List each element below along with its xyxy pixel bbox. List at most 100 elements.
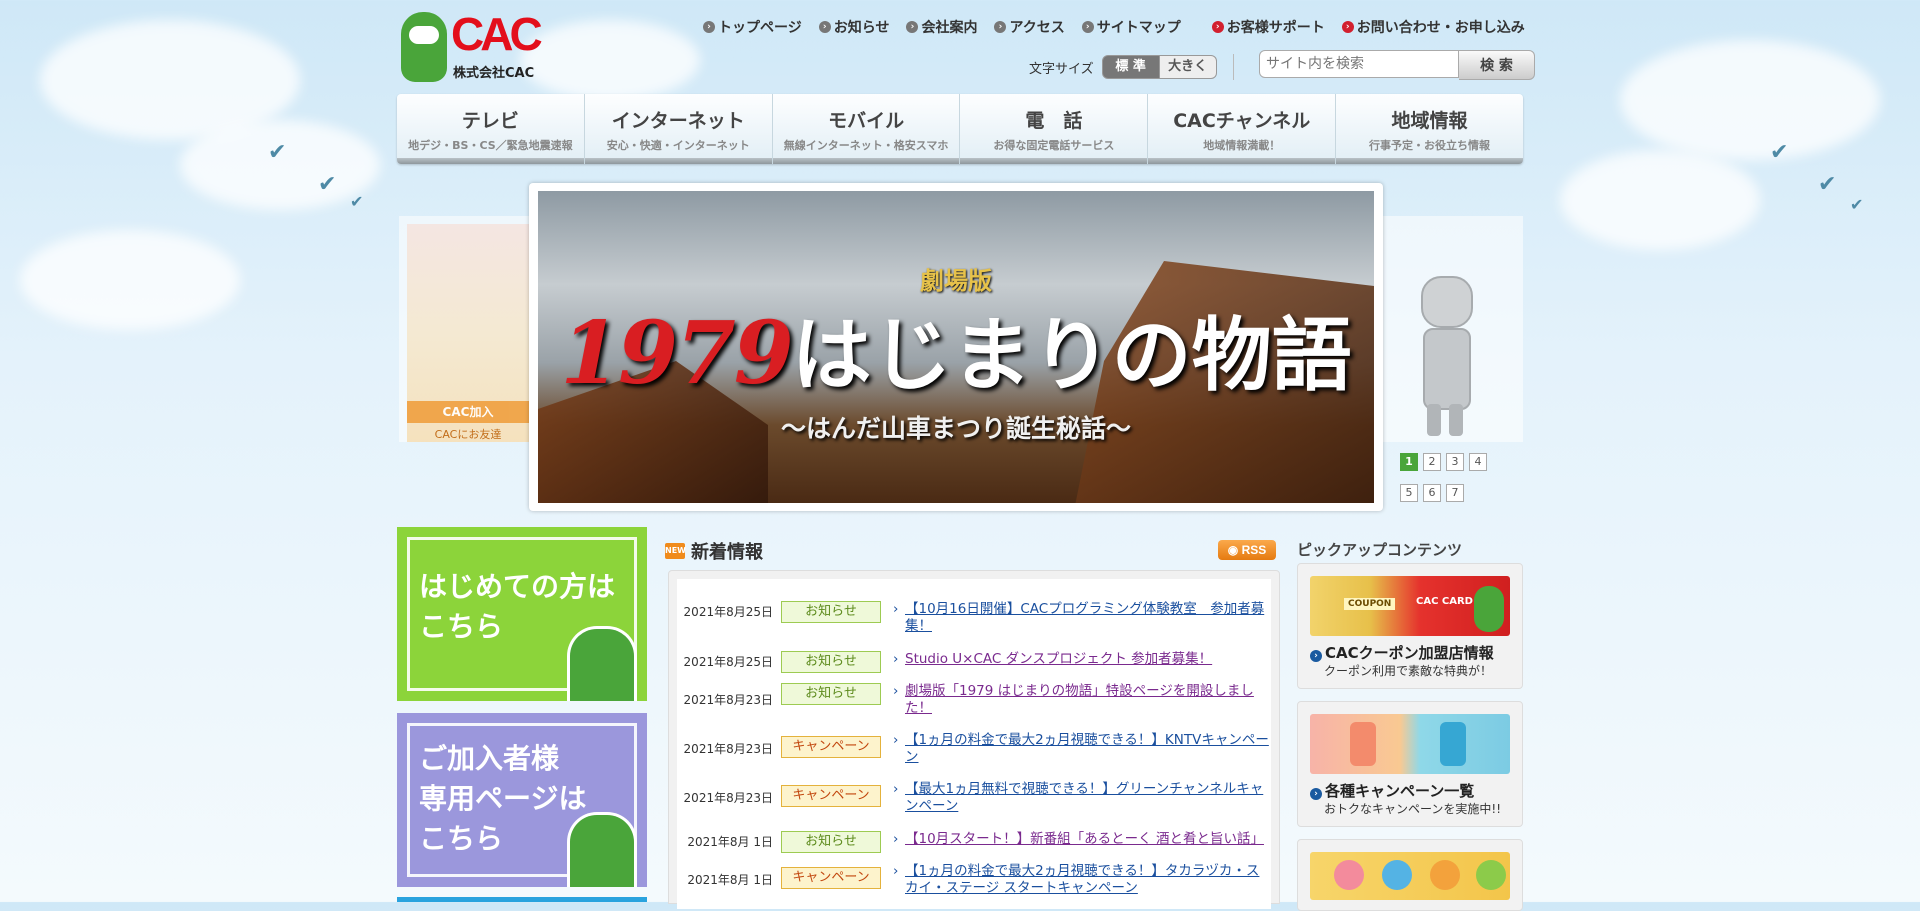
- news-tag: お知らせ: [781, 831, 881, 853]
- link-company[interactable]: › 会社案内: [906, 17, 977, 37]
- carousel-next-slide[interactable]: [1379, 216, 1523, 442]
- nav-subtitle: 地デジ・BS・CS／緊急地震速報: [408, 139, 573, 152]
- news-link[interactable]: 【1ヵ月の料金で最大2ヵ月視聴できる！】KNTVキャンペーン: [893, 732, 1269, 766]
- search-input[interactable]: [1259, 50, 1459, 78]
- hero-banner[interactable]: 劇場版 1979はじまりの物語 〜はんだ山車まつり誕生秘話〜: [538, 191, 1374, 503]
- hero-title-text: はじまりの物語: [791, 308, 1352, 402]
- font-standard-button[interactable]: 標 準: [1101, 55, 1160, 79]
- arrow-circle-icon: ›: [1081, 21, 1094, 33]
- arrow-circle-icon: ›: [703, 21, 715, 33]
- news-item: 2021年8月25日 お知らせ 【10月16日開催】CACプログラミング体験教室…: [677, 601, 1271, 635]
- news-item: 2021年8月 1日 キャンペーン 【1ヵ月の料金で最大2ヵ月視聴できる！】タカ…: [677, 863, 1271, 897]
- members-banner[interactable]: ご加入者様 専用ページは こちら: [397, 713, 647, 887]
- hero-year: 1979: [560, 303, 793, 404]
- news-item: 2021年8月25日 お知らせ Studio U×CAC ダンスプロジェクト 参…: [677, 651, 1271, 673]
- news-tag: キャンペーン: [781, 736, 881, 758]
- pickup-card-third[interactable]: [1297, 839, 1523, 911]
- bird-icon: ✔: [350, 192, 364, 211]
- site-search: 検 索: [1259, 50, 1535, 80]
- gecko-mascot-icon: [1474, 586, 1504, 632]
- news-link[interactable]: 【1ヵ月の料金で最大2ヵ月視聴できる！】タカラヅカ・スカイ・ステージ スタートキ…: [893, 863, 1269, 897]
- news-list: 2021年8月25日 お知らせ 【10月16日開催】CACプログラミング体験教室…: [677, 579, 1271, 909]
- circle-icon: [1430, 860, 1460, 890]
- new-icon: NEW: [665, 543, 686, 559]
- nav-tv[interactable]: テレビ地デジ・BS・CS／緊急地震速報: [397, 94, 585, 164]
- pickup-card-sub: おトクなキャンペーンを実施中!!: [1324, 802, 1502, 816]
- news-link[interactable]: Studio U×CAC ダンスプロジェクト 参加者募集！: [893, 651, 1269, 673]
- news-tag: キャンペーン: [781, 867, 881, 889]
- news-date: 2021年8月23日: [683, 693, 773, 707]
- link-label: アクセス: [1009, 20, 1065, 36]
- news-link[interactable]: 【最大1ヵ月無料で視聴できる！】グリーンチャンネルキャンペーン: [893, 781, 1269, 815]
- news-date: 2021年8月 1日: [687, 873, 773, 887]
- banner-text: ご加入者様 専用ページは こちら: [419, 742, 587, 855]
- nav-subtitle: 行事予定・お役立ち情報: [1369, 139, 1491, 152]
- arrow-circle-icon: ›: [906, 21, 919, 33]
- link-sitemap[interactable]: › サイトマップ: [1081, 17, 1181, 37]
- pager-button-2[interactable]: 2: [1423, 453, 1441, 471]
- nav-subtitle: 安心・快適・インターネット: [606, 139, 750, 152]
- pager-button-1[interactable]: 1: [1400, 453, 1418, 471]
- link-label: お客様サポート: [1226, 20, 1325, 36]
- pickup-title: ピックアップコンテンツ: [1297, 541, 1463, 559]
- pager-button-5[interactable]: 5: [1400, 484, 1418, 502]
- news-tag: お知らせ: [781, 683, 881, 705]
- pager-button-7[interactable]: 7: [1446, 484, 1464, 502]
- logo-text: CAC: [451, 8, 543, 60]
- pager-button-3[interactable]: 3: [1446, 453, 1464, 471]
- circle-icon: [1334, 860, 1364, 890]
- link-label: お問い合わせ・お申し込み: [1356, 20, 1525, 36]
- carousel-main[interactable]: 劇場版 1979はじまりの物語 〜はんだ山車まつり誕生秘話〜: [529, 183, 1383, 511]
- link-news[interactable]: › お知らせ: [818, 17, 889, 37]
- carousel-pager: 1234 567: [1400, 450, 1520, 512]
- news-link[interactable]: 【10月16日開催】CACプログラミング体験教室 参加者募集！: [893, 601, 1269, 635]
- circle-icon: [1382, 860, 1412, 890]
- font-size-label: 文字サイズ: [1029, 61, 1094, 77]
- carousel-prev-slide[interactable]: CAC加入 CACにお友達: [399, 216, 537, 442]
- search-button[interactable]: 検 索: [1459, 50, 1535, 80]
- pickup-card-sub: クーポン利用で素敵な特典が！: [1324, 664, 1493, 678]
- bird-icon: ✔: [1770, 140, 1789, 165]
- nav-title: 地域情報: [1391, 110, 1468, 132]
- rss-label: RSS: [1241, 543, 1267, 557]
- nav-internet[interactable]: インターネット安心・快適・インターネット: [584, 94, 773, 164]
- news-tag: キャンペーン: [781, 785, 881, 807]
- pickup-card-title-text: CACクーポン加盟店情報: [1325, 644, 1494, 662]
- page-wrapper: CAC 株式会社CAC › トップページ › お知らせ › 会社案内 › アクセス › サ…: [397, 0, 1535, 911]
- nav-cac-channel[interactable]: CACチャンネル 地域情報満載！: [1148, 94, 1337, 164]
- nav-title: テレビ: [461, 110, 519, 132]
- link-support[interactable]: › お客様サポート: [1211, 17, 1325, 37]
- nav-phone[interactable]: 電 話お得な固定電話サービス: [960, 94, 1149, 164]
- font-large-button[interactable]: 大きく: [1159, 55, 1217, 79]
- link-contact[interactable]: › お問い合わせ・お申し込み: [1341, 17, 1525, 37]
- link-top-page[interactable]: › トップページ: [703, 17, 802, 37]
- bird-icon: ✔: [318, 172, 337, 197]
- arrow-circle-icon: ›: [1310, 788, 1322, 800]
- nav-title: モバイル: [828, 110, 905, 132]
- blue-banner[interactable]: [397, 897, 647, 902]
- pager-button-6[interactable]: 6: [1423, 484, 1441, 502]
- nav-mobile[interactable]: モバイル無線インターネット・格安スマホ: [772, 94, 961, 164]
- bird-icon: ✔: [1850, 195, 1864, 214]
- arrow-circle-icon: ›: [1310, 650, 1322, 662]
- pickup-card-campaign[interactable]: › 各種キャンペーン一覧 おトクなキャンペーンを実施中!!: [1297, 701, 1523, 827]
- company-name: 株式会社CAC: [453, 66, 535, 81]
- nav-subtitle: 無線インターネット・格安スマホ: [783, 139, 949, 152]
- pickup-image: [1310, 852, 1510, 900]
- gecko-mascot-icon: [567, 812, 637, 887]
- rss-icon: ◉: [1227, 543, 1242, 557]
- nav-local-info[interactable]: 地域情報行事予定・お役立ち情報: [1336, 94, 1523, 164]
- slide-subcaption: CACにお友達: [434, 428, 502, 441]
- gecko-mascot-icon: [401, 12, 447, 82]
- news-link[interactable]: 劇場版「1979 はじまりの物語」特設ページを開設しました！: [893, 683, 1269, 717]
- nav-title: CACチャンネル: [1173, 110, 1311, 132]
- rss-button[interactable]: ◉ RSS: [1218, 540, 1276, 560]
- news-link[interactable]: 【10月スタート！】新番組「あるとーく 酒と肴と旨い話」: [893, 831, 1269, 853]
- nav-title: インターネット: [611, 110, 745, 132]
- first-time-banner[interactable]: はじめての方は こちら: [397, 527, 647, 701]
- site-logo[interactable]: CAC 株式会社CAC: [401, 8, 551, 84]
- link-label: トップページ: [718, 20, 802, 36]
- link-access[interactable]: › アクセス: [994, 17, 1065, 37]
- pickup-card-coupon[interactable]: COUPON CAC CARD › CACクーポン加盟店情報 クーポン利用で素敵な…: [1297, 563, 1523, 689]
- pager-button-4[interactable]: 4: [1469, 453, 1487, 471]
